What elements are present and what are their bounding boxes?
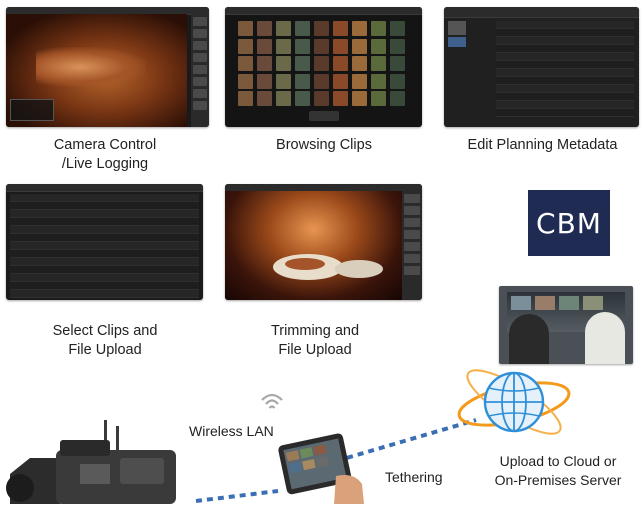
clip-tile: [257, 91, 272, 106]
label-tethering: Tethering: [385, 469, 443, 485]
clip-tile: [295, 73, 310, 89]
camera-control-screenshot: [6, 7, 209, 127]
clip-tile: [333, 73, 348, 89]
clip-tile: [333, 56, 348, 71]
clip-tile: [276, 56, 291, 71]
clip-tile: [352, 38, 367, 54]
browsing-clips-screenshot: [225, 7, 422, 127]
clip-tile: [352, 21, 367, 36]
caption-browsing-clips: Browsing Clips: [276, 137, 372, 153]
clip-tile: [352, 73, 367, 89]
clip-tile: [295, 38, 310, 54]
caption-select-clips: Select Clips and File Upload: [52, 323, 158, 358]
cbm-logo: CBM: [528, 190, 610, 256]
clip-tile: [257, 73, 272, 89]
tablet-icon: [274, 424, 364, 504]
clip-tile: [295, 56, 310, 71]
clip-tile: [371, 38, 386, 54]
clip-tile: [238, 38, 253, 54]
clip-tile: [276, 73, 291, 89]
clip-tile: [257, 56, 272, 71]
clip-tile: [314, 91, 329, 106]
clip-tile: [390, 56, 405, 71]
clip-tile: [238, 56, 253, 71]
caption-camera-control: Camera Control /Live Logging: [53, 137, 157, 172]
clip-tile: [371, 21, 386, 36]
globe-icon: [454, 356, 574, 448]
clip-tile: [390, 38, 405, 54]
caption-trimming: Trimming and File Upload: [270, 323, 360, 358]
clip-tile: [276, 38, 291, 54]
clip-tile: [257, 38, 272, 54]
clip-tile: [333, 91, 348, 106]
clip-tile: [390, 91, 405, 106]
clip-tile: [371, 56, 386, 71]
clip-tile: [314, 21, 329, 36]
select-clips-screenshot: [6, 184, 203, 300]
clip-tile: [257, 21, 272, 36]
clip-tile: [390, 21, 405, 36]
wireless-link: [195, 489, 279, 503]
camcorder-icon: [0, 418, 190, 504]
clip-tile: [314, 73, 329, 89]
clip-tile: [276, 91, 291, 106]
clip-tile: [314, 56, 329, 71]
wifi-icon: [258, 390, 286, 414]
clip-tile: [371, 73, 386, 89]
clip-tile: [314, 38, 329, 54]
clip-tile: [295, 91, 310, 106]
clip-tile: [333, 38, 348, 54]
edit-planning-screenshot: [444, 7, 639, 127]
clip-tile: [238, 91, 253, 106]
trimming-screenshot: [225, 184, 422, 300]
clip-tile: [390, 73, 405, 89]
clip-tile: [352, 91, 367, 106]
caption-edit-planning: Edit Planning Metadata: [467, 137, 618, 153]
label-wireless-lan: Wireless LAN: [189, 423, 274, 439]
operators-photo: [499, 286, 633, 364]
clip-tile: [276, 21, 291, 36]
clip-tile: [352, 56, 367, 71]
clip-tile: [371, 91, 386, 106]
label-upload: Upload to Cloud or On-Premises Server: [494, 453, 622, 488]
clip-tile: [333, 21, 348, 36]
clip-tile: [295, 21, 310, 36]
clip-tile: [238, 21, 253, 36]
clip-tile: [238, 73, 253, 89]
